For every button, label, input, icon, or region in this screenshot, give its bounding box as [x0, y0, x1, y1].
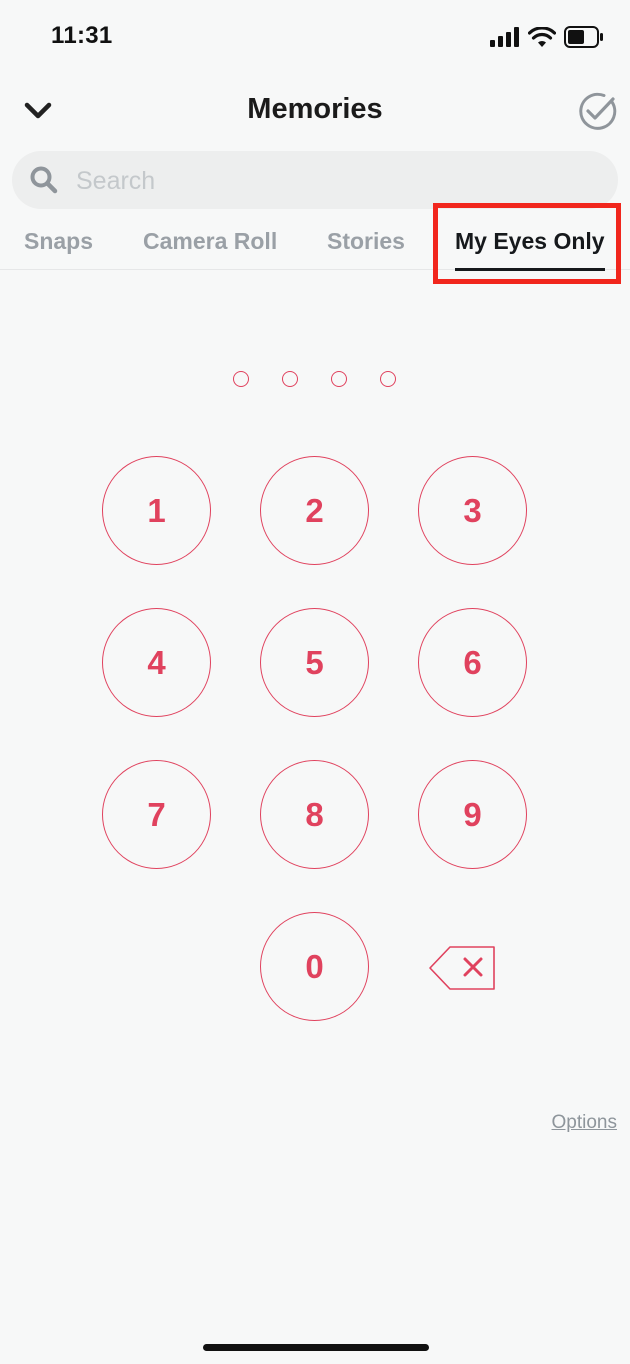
tab-stories[interactable]: Stories [327, 228, 405, 255]
keypad-key-3[interactable]: 3 [418, 456, 527, 565]
select-button[interactable] [576, 90, 618, 132]
keypad-key-8[interactable]: 8 [260, 760, 369, 869]
keypad-key-0[interactable]: 0 [260, 912, 369, 1021]
battery-icon [564, 26, 603, 48]
backspace-icon [429, 946, 495, 990]
wifi-icon [528, 27, 556, 47]
options-link[interactable]: Options [552, 1112, 617, 1134]
keypad-key-7[interactable]: 7 [102, 760, 211, 869]
backspace-button[interactable] [428, 945, 496, 991]
passcode-dot [380, 371, 396, 387]
search-bar[interactable] [12, 151, 618, 211]
highlight-box [433, 203, 621, 284]
passcode-dot [331, 371, 347, 387]
cellular-signal-icon [490, 27, 519, 47]
keypad-key-1[interactable]: 1 [102, 456, 211, 565]
page-title: Memories [247, 93, 383, 125]
status-icons [490, 26, 604, 48]
home-indicator [203, 1344, 429, 1351]
passcode-dot [233, 371, 249, 387]
passcode-dot [282, 371, 298, 387]
check-circle-icon [579, 92, 617, 130]
search-input[interactable] [74, 151, 598, 211]
keypad-key-5[interactable]: 5 [260, 608, 369, 717]
keypad-key-4[interactable]: 4 [102, 608, 211, 717]
tab-camera-roll[interactable]: Camera Roll [143, 228, 277, 255]
search-icon [30, 166, 58, 194]
status-time: 11:31 [51, 22, 113, 49]
keypad-key-6[interactable]: 6 [418, 608, 527, 717]
keypad-key-9[interactable]: 9 [418, 760, 527, 869]
tab-snaps[interactable]: Snaps [24, 228, 93, 255]
keypad-key-2[interactable]: 2 [260, 456, 369, 565]
